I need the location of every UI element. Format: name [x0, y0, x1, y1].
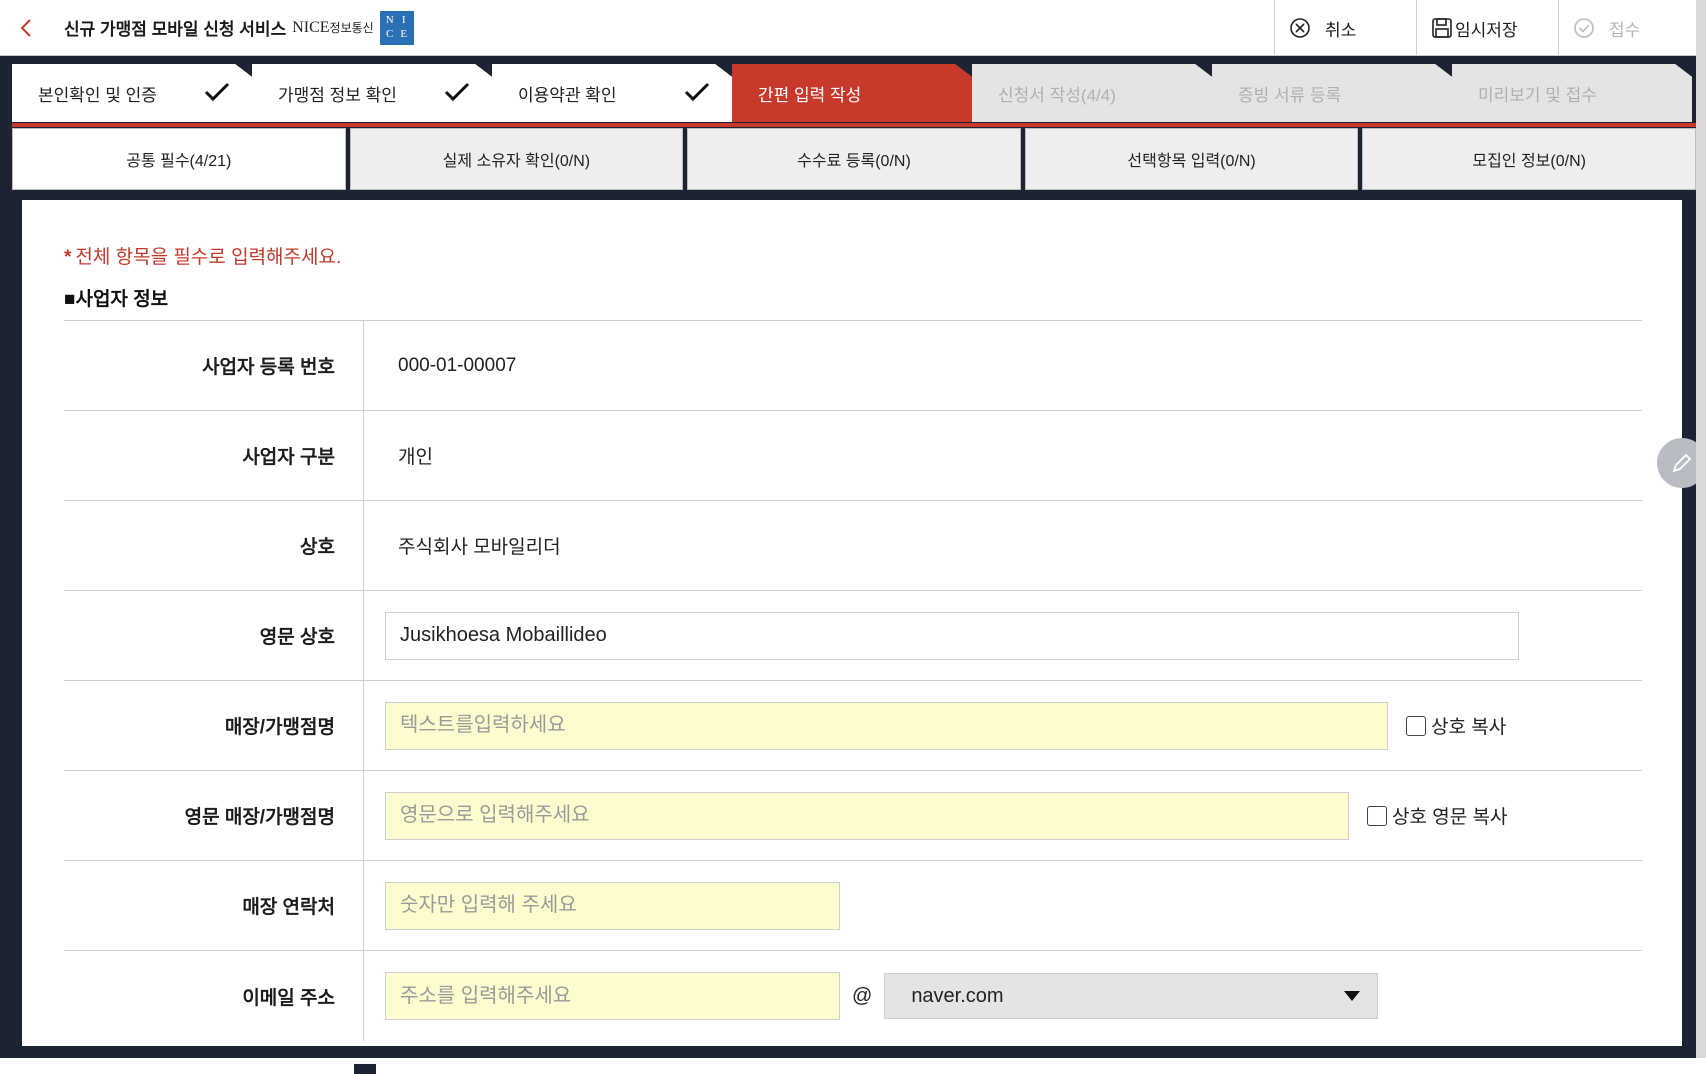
- field-label: 매장/가맹점명: [64, 681, 364, 770]
- sub-tabs: 공통 필수(4/21) 실제 소유자 확인(0/N) 수수료 등록(0/N) 선…: [12, 128, 1696, 190]
- form-row-biz-number: 사업자 등록 번호 000-01-00007: [64, 321, 1642, 411]
- check-icon: [204, 82, 230, 102]
- check-icon: [444, 82, 470, 102]
- field-label: 사업자 등록 번호: [64, 321, 364, 410]
- content-panel: * 전체 항목을 필수로 입력해주세요. ■사업자 정보 사업자 등록 번호 00…: [22, 200, 1682, 1046]
- email-domain-select[interactable]: naver.com: [884, 973, 1379, 1019]
- business-info-form: 사업자 등록 번호 000-01-00007 사업자 구분 개인 상호 주식회사…: [64, 320, 1642, 1041]
- step-preview-submit[interactable]: 미리보기 및 접수: [1452, 64, 1692, 122]
- step-documents[interactable]: 증빙 서류 등록: [1212, 64, 1452, 122]
- required-star: *: [64, 247, 72, 268]
- step-merchant-info[interactable]: 가맹점 정보 확인: [252, 64, 492, 122]
- biz-number-value: 000-01-00007: [398, 354, 517, 376]
- pencil-icon: [1672, 453, 1692, 473]
- brand-name: NICE: [292, 18, 330, 36]
- step-label: 미리보기 및 접수: [1478, 85, 1597, 105]
- form-row-store-name-en: 영문 매장/가맹점명 상호 영문 복사: [64, 771, 1642, 861]
- field-label: 영문 매장/가맹점명: [64, 771, 364, 860]
- submit-label: 접수: [1609, 20, 1641, 40]
- brand: NICE 정보통신 NI CE: [292, 10, 414, 45]
- right-edge: [1696, 0, 1706, 1074]
- page-title: 신규 가맹점 모바일 신청 서비스: [64, 20, 287, 39]
- email-domain-value: naver.com: [911, 984, 1004, 1007]
- step-tabs: 본인확인 및 인증 가맹점 정보 확인 이용약관 확인 간편 입력 작성 신청서…: [12, 64, 1696, 124]
- form-row-company-name: 상호 주식회사 모바일리더: [64, 501, 1642, 591]
- copy-label: 상호 복사: [1431, 717, 1507, 738]
- field-label: 매장 연락처: [64, 861, 364, 950]
- email-local-input[interactable]: [385, 972, 840, 1020]
- app-header: 신규 가맹점 모바일 신청 서비스 NICE 정보통신 NI CE 취소 임시저…: [0, 0, 1706, 56]
- caret-down-icon: [1344, 991, 1361, 1001]
- step-application[interactable]: 신청서 작성(4/4): [972, 64, 1212, 122]
- form-row-email: 이메일 주소 @ naver.com: [64, 951, 1642, 1041]
- biz-type-value: 개인: [398, 447, 433, 468]
- bottom-mark: [354, 1064, 376, 1074]
- bottom-strip: [0, 1058, 1706, 1074]
- tab-recruiter-info[interactable]: 모집인 정보(0/N): [1362, 128, 1696, 190]
- checkbox-box[interactable]: [1406, 715, 1426, 736]
- header-actions: 취소 임시저장 접수: [1274, 0, 1706, 56]
- tab-optional-input[interactable]: 선택항목 입력(0/N): [1024, 128, 1359, 190]
- form-row-store-name: 매장/가맹점명 상호 복사: [64, 681, 1642, 771]
- step-label: 본인확인 및 인증: [38, 85, 157, 105]
- tab-fee-registration[interactable]: 수수료 등록(0/N): [687, 128, 1021, 190]
- cancel-label: 취소: [1325, 20, 1357, 40]
- check-circle-icon: [1574, 18, 1594, 38]
- copy-company-name-checkbox[interactable]: 상호 복사: [1406, 712, 1506, 739]
- step-quick-input[interactable]: 간편 입력 작성: [732, 64, 972, 122]
- step-identity[interactable]: 본인확인 및 인증: [12, 64, 252, 122]
- submit-button[interactable]: 접수: [1558, 0, 1706, 56]
- step-label: 간편 입력 작성: [758, 85, 862, 105]
- checkbox-box[interactable]: [1367, 805, 1387, 826]
- form-row-store-phone: 매장 연락처: [64, 861, 1642, 951]
- tab-beneficial-owner[interactable]: 실제 소유자 확인(0/N): [349, 128, 684, 190]
- brand-sub: 정보통신: [329, 21, 374, 35]
- field-label: 상호: [64, 501, 364, 590]
- steps-underline: [12, 123, 1696, 127]
- chevron-left-icon: [20, 18, 31, 37]
- copy-company-name-en-checkbox[interactable]: 상호 영문 복사: [1367, 802, 1507, 829]
- check-icon: [684, 82, 710, 102]
- save-icon: [1432, 18, 1452, 38]
- tab-common-required[interactable]: 공통 필수(4/21): [12, 128, 346, 190]
- cancel-button[interactable]: 취소: [1274, 0, 1416, 56]
- at-sign: @: [852, 984, 873, 1007]
- store-name-input[interactable]: [385, 701, 1388, 750]
- copy-label: 상호 영문 복사: [1392, 807, 1508, 828]
- section-title: ■사업자 정보: [64, 289, 169, 310]
- nice-logo: NI CE: [379, 10, 414, 45]
- form-row-biz-type: 사업자 구분 개인: [64, 411, 1642, 501]
- step-terms[interactable]: 이용약관 확인: [492, 64, 732, 122]
- field-label: 영문 상호: [64, 591, 364, 680]
- step-label: 이용약관 확인: [518, 85, 617, 105]
- cancel-circle-icon: [1290, 18, 1310, 38]
- required-notice: * 전체 항목을 필수로 입력해주세요.: [64, 242, 341, 269]
- back-button[interactable]: [0, 0, 52, 56]
- store-name-en-input[interactable]: [385, 791, 1349, 840]
- step-label: 신청서 작성(4/4): [998, 85, 1116, 105]
- company-name-value: 주식회사 모바일리더: [398, 537, 561, 558]
- field-label: 사업자 구분: [64, 411, 364, 500]
- step-label: 증빙 서류 등록: [1238, 85, 1342, 105]
- step-label: 가맹점 정보 확인: [278, 85, 397, 105]
- temp-save-label: 임시저장: [1455, 20, 1518, 40]
- field-label: 이메일 주소: [64, 951, 364, 1041]
- temp-save-button[interactable]: 임시저장: [1416, 0, 1558, 56]
- company-name-en-input[interactable]: [385, 611, 1519, 660]
- store-phone-input[interactable]: [385, 881, 840, 930]
- form-row-company-name-en: 영문 상호: [64, 591, 1642, 681]
- required-notice-text: 전체 항목을 필수로 입력해주세요.: [75, 247, 342, 268]
